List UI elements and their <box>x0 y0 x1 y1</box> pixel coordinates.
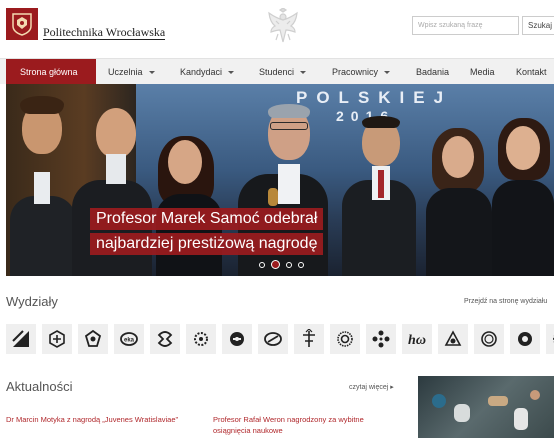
mechanical-energy-icon[interactable] <box>258 324 288 354</box>
search-input[interactable]: Wpisz szukaną frazę <box>412 16 519 35</box>
nav-label: Kontakt <box>516 67 547 77</box>
news-item-title[interactable]: Dr Marcin Motyka z nagrodą „Juvenes Wrat… <box>6 414 186 425</box>
hero-banner-text: POLSKIEJ <box>296 88 453 107</box>
hero-caption[interactable]: Profesor Marek Samoć odebrał najbardziej… <box>90 208 324 258</box>
university-logo[interactable] <box>6 8 38 40</box>
nav-item-contact[interactable]: Kontakt <box>516 59 547 85</box>
crest-icon <box>12 13 32 36</box>
nav-label: Kandydaci <box>180 67 223 77</box>
geoengineering-icon[interactable] <box>150 324 180 354</box>
nav-item-research[interactable]: Badania <box>416 59 449 85</box>
faculties-heading: Wydziały <box>6 294 58 309</box>
svg-text:eka: eka <box>124 338 135 344</box>
chemistry-icon[interactable] <box>78 324 108 354</box>
nav-label: Pracownicy <box>332 67 379 77</box>
nav-item-university[interactable]: Uczelnia <box>108 59 155 85</box>
news-heading: Aktualności <box>6 379 73 394</box>
slider-pagination <box>259 260 304 269</box>
architecture-icon[interactable] <box>6 324 36 354</box>
news-more-link[interactable]: czytaj więcej ▸ <box>349 383 394 391</box>
main-navigation: Strona główna Uczelnia Kandydaci Studenc… <box>0 58 554 85</box>
faculties-link[interactable]: Przejdź na stronę wydziału <box>464 298 547 305</box>
electronics-icon[interactable]: eka <box>114 324 144 354</box>
nav-item-media[interactable]: Media <box>470 59 495 85</box>
mining-icon[interactable]: hω <box>402 324 432 354</box>
eagle-emblem-icon <box>268 8 298 43</box>
faculty-16-icon[interactable] <box>546 324 554 354</box>
slider-dot[interactable] <box>298 261 304 268</box>
svg-text:hω: hω <box>408 333 426 348</box>
hero-slider[interactable]: POLSKIEJ 2016 Profesor Marek Samoć odebr… <box>6 84 554 276</box>
chevron-down-icon <box>148 71 155 75</box>
fundamental-problems-icon[interactable] <box>330 324 360 354</box>
mechanical-icon[interactable] <box>294 324 324 354</box>
chevron-down-icon <box>228 71 235 75</box>
news-item-title[interactable]: Profesor Rafał Weron nagrodzony za wybit… <box>213 414 403 436</box>
civil-engineering-icon[interactable] <box>42 324 72 354</box>
chevron-down-icon <box>384 71 391 75</box>
nav-label: Studenci <box>259 67 295 77</box>
slider-dot[interactable] <box>286 261 292 268</box>
nav-item-home[interactable]: Strona główna <box>6 59 96 85</box>
environmental-icon[interactable] <box>186 324 216 354</box>
site-header: Politechnika Wrocławska Wpisz szukaną fr… <box>0 0 554 58</box>
hero-caption-line-2: najbardziej prestiżową nagrodę <box>90 233 324 255</box>
nav-item-students[interactable]: Studenci <box>259 59 307 85</box>
computer-management-icon[interactable] <box>222 324 252 354</box>
nav-label: Uczelnia <box>108 67 143 77</box>
search-button[interactable]: Szukaj <box>522 16 554 35</box>
chevron-down-icon <box>300 71 307 75</box>
faculty-15-icon[interactable] <box>510 324 540 354</box>
nav-item-staff[interactable]: Pracownicy <box>332 59 391 85</box>
mathematics-icon[interactable] <box>438 324 468 354</box>
slider-dot[interactable] <box>259 261 265 268</box>
news-image[interactable] <box>418 376 554 438</box>
faculty-14-icon[interactable] <box>474 324 504 354</box>
university-name[interactable]: Politechnika Wrocławska <box>43 25 166 40</box>
nav-label: Badania <box>416 67 450 77</box>
hero-caption-line-1: Profesor Marek Samoć odebrał <box>90 208 324 230</box>
nav-label: Media <box>470 67 495 77</box>
nav-label: Strona główna <box>20 67 78 77</box>
electrical-icon[interactable] <box>366 324 396 354</box>
slider-dot-active[interactable] <box>271 260 280 269</box>
nav-item-candidates[interactable]: Kandydaci <box>180 59 235 85</box>
